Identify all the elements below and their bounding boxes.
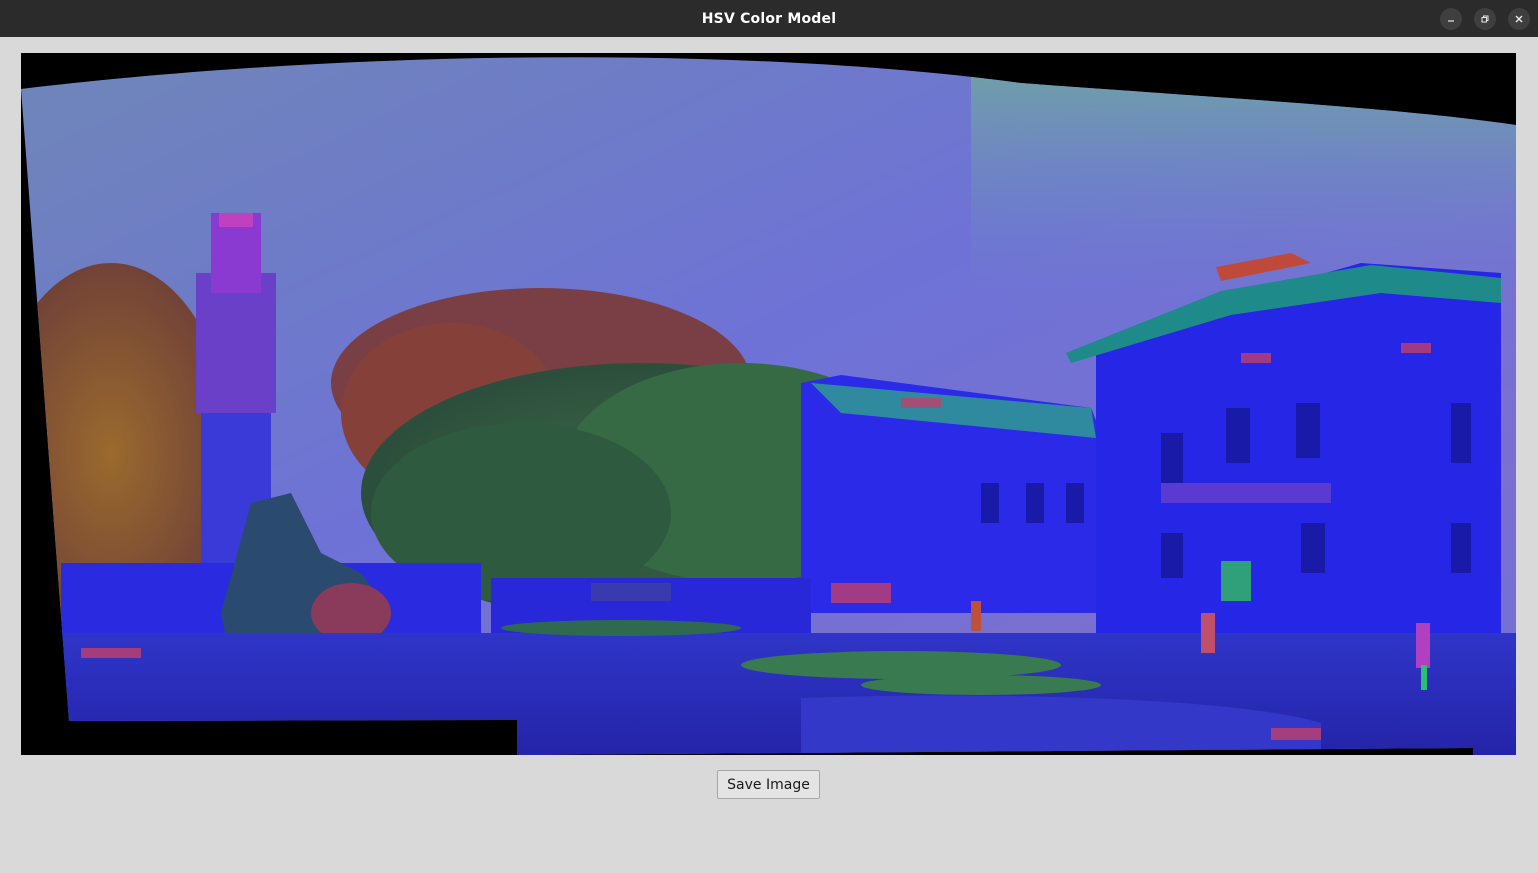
close-icon [1515,15,1523,23]
close-button[interactable] [1508,8,1530,30]
minimize-icon [1448,20,1454,22]
title-bar: HSV Color Model [0,0,1538,37]
minimize-button[interactable] [1440,8,1462,30]
save-image-button[interactable]: Save Image [717,770,820,799]
restore-icon [1481,15,1489,23]
main-content: Save Image [0,37,1538,873]
window-controls [1440,8,1530,30]
image-display [21,53,1516,755]
window-title: HSV Color Model [701,10,837,27]
hsv-converted-panorama-image [21,53,1516,755]
maximize-button[interactable] [1474,8,1496,30]
